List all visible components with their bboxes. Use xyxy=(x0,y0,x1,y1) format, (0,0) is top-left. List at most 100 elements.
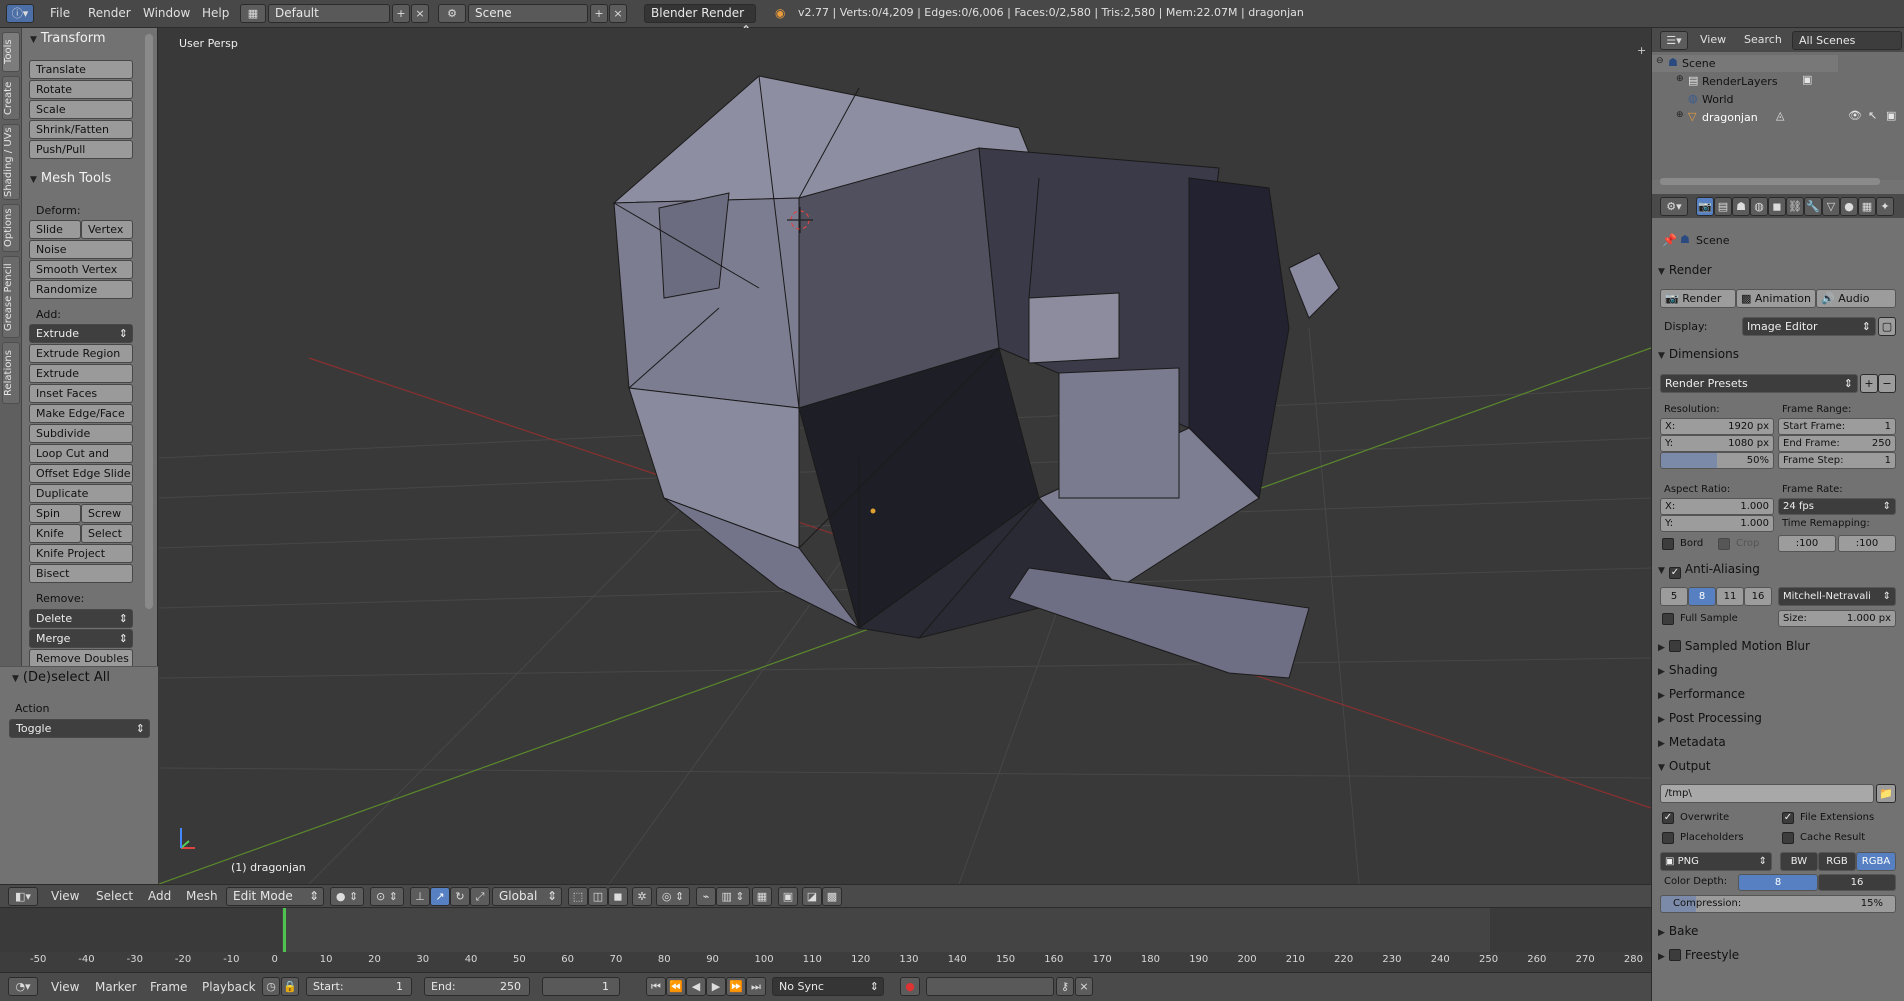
menu-view[interactable]: View xyxy=(51,889,79,903)
make-edge-face-button[interactable]: Make Edge/Face xyxy=(29,404,133,423)
layout-field[interactable]: Default xyxy=(268,4,390,23)
timeline-menu-marker[interactable]: Marker xyxy=(95,980,136,994)
color-depth-8-button[interactable]: 8 xyxy=(1738,874,1818,891)
viewport-shading-icon[interactable]: ● ⇕ xyxy=(330,887,364,906)
vertex-select-icon[interactable]: ⬚ xyxy=(568,887,588,906)
outliner-row-scene[interactable]: ⊖ ☗ Scene xyxy=(1652,55,1838,72)
motion-blur-panel-header[interactable]: ▶ Sampled Motion Blur xyxy=(1658,636,1898,656)
current-frame-indicator[interactable] xyxy=(283,908,286,952)
tab-options[interactable]: Options xyxy=(2,204,20,252)
render-tab-icon[interactable]: 📷 xyxy=(1696,197,1714,216)
modifiers-tab-icon[interactable]: 🔧 xyxy=(1804,197,1822,216)
constraints-tab-icon[interactable]: ⛓ xyxy=(1786,197,1804,216)
performance-panel-header[interactable]: ▶ Performance xyxy=(1658,684,1898,704)
properties-editor-icon[interactable]: ⚙▾ xyxy=(1660,197,1688,216)
slide-edge-button[interactable]: Slide Ed xyxy=(29,220,81,253)
metadata-panel-header[interactable]: ▶ Metadata xyxy=(1658,732,1898,752)
material-tab-icon[interactable]: ● xyxy=(1840,197,1858,216)
menu-add[interactable]: Add xyxy=(148,889,171,903)
noise-button[interactable]: Noise xyxy=(29,240,133,259)
pin-icon[interactable]: 📌 xyxy=(1662,233,1677,247)
spin-button[interactable]: Spin xyxy=(29,504,81,523)
knife-button[interactable]: Knife xyxy=(29,524,81,543)
record-icon[interactable]: ● xyxy=(900,977,920,996)
loop-cut-slide-button[interactable]: Loop Cut and Slide xyxy=(29,444,133,477)
tab-shading-uvs[interactable]: Shading / UVs xyxy=(2,124,20,200)
play-reverse-icon[interactable]: ◀ xyxy=(686,977,706,996)
mesh-tools-panel-header[interactable]: ▼ Mesh Tools xyxy=(30,171,111,186)
renderable-camera-icon[interactable]: ▣ xyxy=(1886,109,1896,122)
menu-help[interactable]: Help xyxy=(202,6,229,20)
tool-shelf-scrollbar[interactable] xyxy=(145,34,153,609)
vertex-slide-button[interactable]: Vertex xyxy=(81,220,133,239)
overwrite-checkbox[interactable]: ✓ xyxy=(1662,812,1674,824)
cache-result-checkbox[interactable] xyxy=(1782,832,1794,844)
preview-range-icon[interactable]: ◷ xyxy=(262,977,280,996)
scale-button[interactable]: Scale xyxy=(29,100,133,119)
start-frame-field[interactable]: Start: 1 xyxy=(306,977,412,996)
current-frame-field[interactable]: 1 xyxy=(542,977,620,996)
editor-type-icon[interactable]: ◧▾ xyxy=(8,887,38,906)
motion-blur-checkbox[interactable] xyxy=(1668,640,1681,652)
rotate-manipulator-icon[interactable]: ↻ xyxy=(450,887,470,906)
scale-manipulator-icon[interactable]: ⤢ xyxy=(470,887,490,906)
smooth-vertex-button[interactable]: Smooth Vertex xyxy=(29,260,133,279)
outliner-display-mode[interactable]: All Scenes xyxy=(1792,31,1902,50)
timeline-editor-icon[interactable]: ◔▾ xyxy=(8,977,38,996)
border-checkbox[interactable] xyxy=(1662,538,1674,550)
snap-element-icon[interactable]: ▥ ⇕ xyxy=(716,887,750,906)
remove-layout-icon[interactable]: × xyxy=(411,4,429,23)
snap-icon[interactable]: ⌁ xyxy=(696,887,716,906)
texture-tab-icon[interactable]: ▦ xyxy=(1858,197,1876,216)
object-tab-icon[interactable]: ◼ xyxy=(1768,197,1786,216)
color-rgb-button[interactable]: RGB xyxy=(1818,852,1856,871)
translate-button[interactable]: Translate xyxy=(29,60,133,79)
operator-panel-header[interactable]: ▼ (De)select All xyxy=(12,670,110,685)
bake-panel-header[interactable]: ▶ Bake xyxy=(1658,921,1898,941)
aa-samples-5[interactable]: 5 xyxy=(1660,587,1688,606)
aa-samples-16[interactable]: 16 xyxy=(1744,587,1772,606)
end-frame-field[interactable]: End Frame: 250 xyxy=(1778,435,1896,452)
timeline-menu-view[interactable]: View xyxy=(51,980,79,994)
outliner-editor-icon[interactable]: ☰▾ xyxy=(1660,31,1688,50)
aa-samples-8[interactable]: 8 xyxy=(1688,587,1716,606)
translate-manipulator-icon[interactable]: ↗ xyxy=(430,887,450,906)
opengl-render-icon[interactable]: ▣ xyxy=(778,887,798,906)
post-processing-panel-header[interactable]: ▶ Post Processing xyxy=(1658,708,1898,728)
delete-dropdown[interactable]: Delete ⇕ xyxy=(29,609,133,628)
inset-faces-button[interactable]: Inset Faces xyxy=(29,384,133,403)
remove-preset-icon[interactable]: − xyxy=(1878,374,1896,393)
collapse-icon[interactable]: ⊖ xyxy=(1656,56,1664,66)
remove-scene-icon[interactable]: × xyxy=(609,4,627,23)
lock-interface-icon[interactable]: ▢ xyxy=(1878,317,1896,336)
resolution-percentage-slider[interactable]: 50% xyxy=(1660,452,1774,469)
info-editor-icon[interactable]: ⓘ▾ xyxy=(6,4,34,23)
color-depth-16-button[interactable]: 16 xyxy=(1818,874,1896,891)
3d-viewport[interactable]: User Persp (1) dragonjan + xyxy=(159,28,1651,884)
shading-panel-header[interactable]: ▶ Shading xyxy=(1658,660,1898,680)
play-icon[interactable]: ▶ xyxy=(706,977,726,996)
render-panel-header[interactable]: ▼ Render xyxy=(1658,260,1898,280)
aa-samples-11[interactable]: 11 xyxy=(1716,587,1744,606)
file-format-select[interactable]: ▣ PNG ⇕ xyxy=(1660,852,1772,871)
extrude-region-button[interactable]: Extrude Region xyxy=(29,344,133,363)
merge-dropdown[interactable]: Merge ⇕ xyxy=(29,629,133,648)
push-pull-button[interactable]: Push/Pull xyxy=(29,140,133,159)
limit-selection-icon[interactable]: ✲ xyxy=(632,887,652,906)
output-path-field[interactable]: /tmp\ xyxy=(1660,784,1874,803)
duplicate-button[interactable]: Duplicate xyxy=(29,484,133,503)
scene-tab-icon[interactable]: ☗ xyxy=(1732,197,1750,216)
render-engine-select[interactable]: Blender Render ⇕ xyxy=(644,4,756,37)
render-presets-select[interactable]: Render Presets ⇕ xyxy=(1660,374,1858,393)
knife-select-button[interactable]: Select xyxy=(81,524,133,543)
prev-keyframe-icon[interactable]: ⏪ xyxy=(666,977,686,996)
scene-icon[interactable]: ⚙ xyxy=(438,4,466,23)
render-layers-tab-icon[interactable]: ▤ xyxy=(1714,197,1732,216)
visibility-eye-icon[interactable]: 👁 xyxy=(1848,109,1862,122)
remap-old-field[interactable]: :100 xyxy=(1778,535,1836,552)
remap-new-field[interactable]: :100 xyxy=(1838,535,1896,552)
end-frame-field[interactable]: End: 250 xyxy=(424,977,530,996)
next-keyframe-icon[interactable]: ⏩ xyxy=(726,977,746,996)
offset-edge-slide-button[interactable]: Offset Edge Slide xyxy=(29,464,133,483)
snap-target-icon[interactable]: ▦ xyxy=(752,887,772,906)
